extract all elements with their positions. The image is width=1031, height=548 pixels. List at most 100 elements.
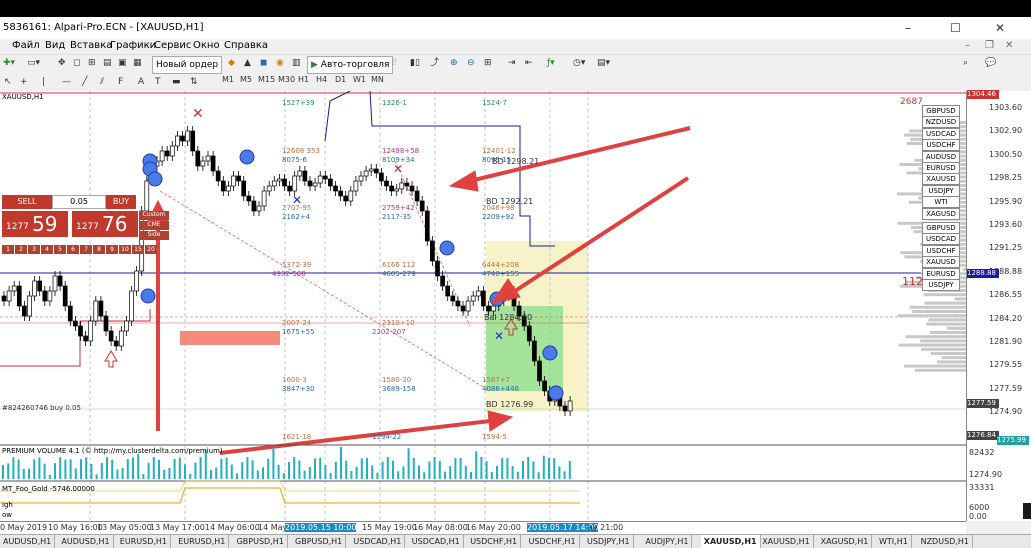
buy-button[interactable]: BUY: [106, 195, 136, 209]
symbol-button-usdchf[interactable]: USDCHF: [922, 244, 960, 257]
profiles-icon[interactable]: ▭▾: [27, 55, 40, 71]
vertical-line-icon[interactable]: |: [42, 74, 45, 90]
lot-size-input[interactable]: 0.05: [52, 195, 106, 209]
shapes-icon[interactable]: ▬: [172, 74, 181, 90]
symbol-button-xagusd[interactable]: XAGUSD: [922, 207, 960, 220]
horizontal-line-icon[interactable]: —: [62, 74, 71, 90]
quick-lot-15[interactable]: 15: [132, 245, 144, 254]
inner-minimize[interactable]: –: [965, 40, 970, 51]
symbol-button-wti[interactable]: WTI: [922, 196, 960, 209]
chart-tab[interactable]: GBPUSD,H1: [292, 535, 347, 548]
chat-icon[interactable]: 💬: [985, 55, 996, 71]
quick-lot-7[interactable]: 7: [80, 245, 92, 254]
signals-icon[interactable]: ▲: [244, 55, 251, 71]
market-icon[interactable]: ◼: [260, 55, 267, 71]
symbol-button-gbpusd[interactable]: GBPUSD: [922, 222, 960, 234]
chart-tab[interactable]: USDCHF,H1: [526, 535, 580, 548]
candles-icon[interactable]: ▮▯: [410, 55, 420, 71]
market-watch-icon[interactable]: ◻: [73, 55, 80, 71]
autotrading-button[interactable]: ▶ Авто-торговля: [307, 56, 394, 74]
symbol-button-usdcad[interactable]: USDCAD: [922, 233, 960, 246]
text-icon[interactable]: A: [138, 74, 144, 90]
minimize-button[interactable]: –: [905, 21, 911, 35]
symbol-button-usdjpy[interactable]: USDJPY: [922, 279, 960, 291]
symbol-button-usdchf[interactable]: USDCHF: [922, 139, 960, 152]
quick-lot-3[interactable]: 3: [28, 245, 40, 254]
metaeditor-icon[interactable]: ◆: [228, 55, 235, 71]
cme-tab[interactable]: CME: [139, 221, 169, 230]
ask-price-box[interactable]: 1277 76: [72, 211, 138, 237]
menu-window[interactable]: Окно: [193, 40, 220, 51]
menu-charts[interactable]: Графики: [110, 40, 156, 51]
chart-tab[interactable]: EURUSD,H1: [175, 535, 230, 548]
quick-lot-9[interactable]: 9: [106, 245, 118, 254]
quick-lot-20[interactable]: 20: [145, 245, 157, 254]
quick-lot-4[interactable]: 4: [41, 245, 53, 254]
timeframe-m15[interactable]: M15: [258, 75, 275, 84]
close-button[interactable]: ✕: [995, 21, 1005, 35]
chart-tab[interactable]: XAUUSD,H1: [700, 535, 761, 548]
chart-tab[interactable]: NZDUSD,H1: [918, 535, 973, 548]
timeframe-m30[interactable]: M30: [278, 75, 295, 84]
symbol-button-audusd[interactable]: AUDUSD: [922, 150, 960, 163]
chart-tab[interactable]: AUDUSD,H1: [0, 535, 56, 548]
cursor-icon[interactable]: ↖: [4, 74, 12, 90]
new-order-button[interactable]: Новый ордер: [152, 56, 223, 74]
quick-lot-8[interactable]: 8: [93, 245, 105, 254]
bid-price-box[interactable]: 1277 59: [2, 211, 68, 237]
zoom-in-icon[interactable]: ⊕: [450, 55, 458, 71]
line-chart-icon[interactable]: ⤴: [430, 55, 439, 71]
quick-lot-5[interactable]: 5: [54, 245, 66, 254]
symbol-button-gbpusd[interactable]: GBPUSD: [922, 105, 960, 117]
chart-tab[interactable]: EURUSD,H1: [117, 535, 172, 548]
bar-chart-icon[interactable]: ⫶⫶: [392, 55, 397, 71]
tile-windows-icon[interactable]: ⊞: [484, 55, 492, 71]
chart-tab[interactable]: USDJPY,H1: [584, 535, 634, 548]
quick-lot-2[interactable]: 2: [15, 245, 27, 254]
symbol-button-usdjpy[interactable]: USDJPY: [922, 184, 960, 197]
symbol-button-xauusd[interactable]: XAUUSD: [922, 256, 960, 269]
trendline-icon[interactable]: ╱: [82, 74, 87, 90]
timeframe-d1[interactable]: D1: [335, 75, 346, 84]
symbol-button-eurusd[interactable]: EURUSD: [922, 162, 960, 174]
menu-view[interactable]: Вид: [45, 40, 65, 51]
symbol-button-xauusd[interactable]: XAUUSD: [922, 173, 960, 186]
search-icon[interactable]: ⌕: [963, 55, 968, 71]
timeframe-h1[interactable]: H1: [298, 75, 309, 84]
crosshair-icon[interactable]: +: [20, 74, 28, 90]
chart-tab[interactable]: USDCAD,H1: [350, 535, 406, 548]
chart-tab[interactable]: USDCHF,H1: [467, 535, 522, 548]
symbol-button-nzdusd[interactable]: NZDUSD: [922, 116, 960, 129]
navigator-icon[interactable]: ⊞: [88, 55, 96, 71]
data-window-icon[interactable]: ▤: [103, 55, 112, 71]
vps-icon[interactable]: ▥: [292, 55, 301, 71]
fibonacci-icon[interactable]: F: [118, 74, 123, 90]
timeframe-w1[interactable]: W1: [353, 75, 366, 84]
autoscroll-icon[interactable]: ⇥: [508, 55, 516, 71]
menu-file[interactable]: Файл: [12, 40, 40, 51]
indicators-icon[interactable]: ƒ▾: [547, 55, 555, 71]
chart-tab[interactable]: WTI,H1: [876, 535, 912, 548]
inner-restore[interactable]: ❐: [985, 40, 994, 51]
chart-tab[interactable]: USDCAD,H1: [409, 535, 464, 548]
timeframe-m5[interactable]: M5: [240, 75, 252, 84]
chart-tab[interactable]: AUDUSD,H1: [58, 535, 114, 548]
menu-insert[interactable]: Вставка: [70, 40, 112, 51]
quick-lot-10[interactable]: 10: [119, 245, 131, 254]
alerts-icon[interactable]: ◉: [276, 55, 284, 71]
chart-tab[interactable]: AUDJPY,H1: [642, 535, 693, 548]
chart-area[interactable]: ✕ ✕ ✕ ✕ SELL 0.05 BUY 1277 59 1277 76 Cu…: [0, 91, 966, 521]
timeframe-mn[interactable]: MN: [371, 75, 384, 84]
channel-icon[interactable]: ⫽: [100, 74, 104, 90]
zoom-out-icon[interactable]: ⊖: [467, 55, 475, 71]
quick-lot-1[interactable]: 1: [2, 245, 14, 254]
overlay-tool-icon[interactable]: [1023, 503, 1031, 519]
sell-button[interactable]: SELL: [2, 195, 52, 209]
new-chart-icon[interactable]: ✚▾: [3, 55, 15, 71]
timeframe-m1[interactable]: M1: [222, 75, 234, 84]
chart-tab[interactable]: XAUUSD,H1: [759, 535, 814, 548]
chart-tab[interactable]: GBPUSD,H1: [234, 535, 288, 548]
chart-shift-icon[interactable]: ⇤: [525, 55, 533, 71]
menu-tools[interactable]: Сервис: [154, 40, 191, 51]
label-icon[interactable]: T: [155, 74, 161, 90]
